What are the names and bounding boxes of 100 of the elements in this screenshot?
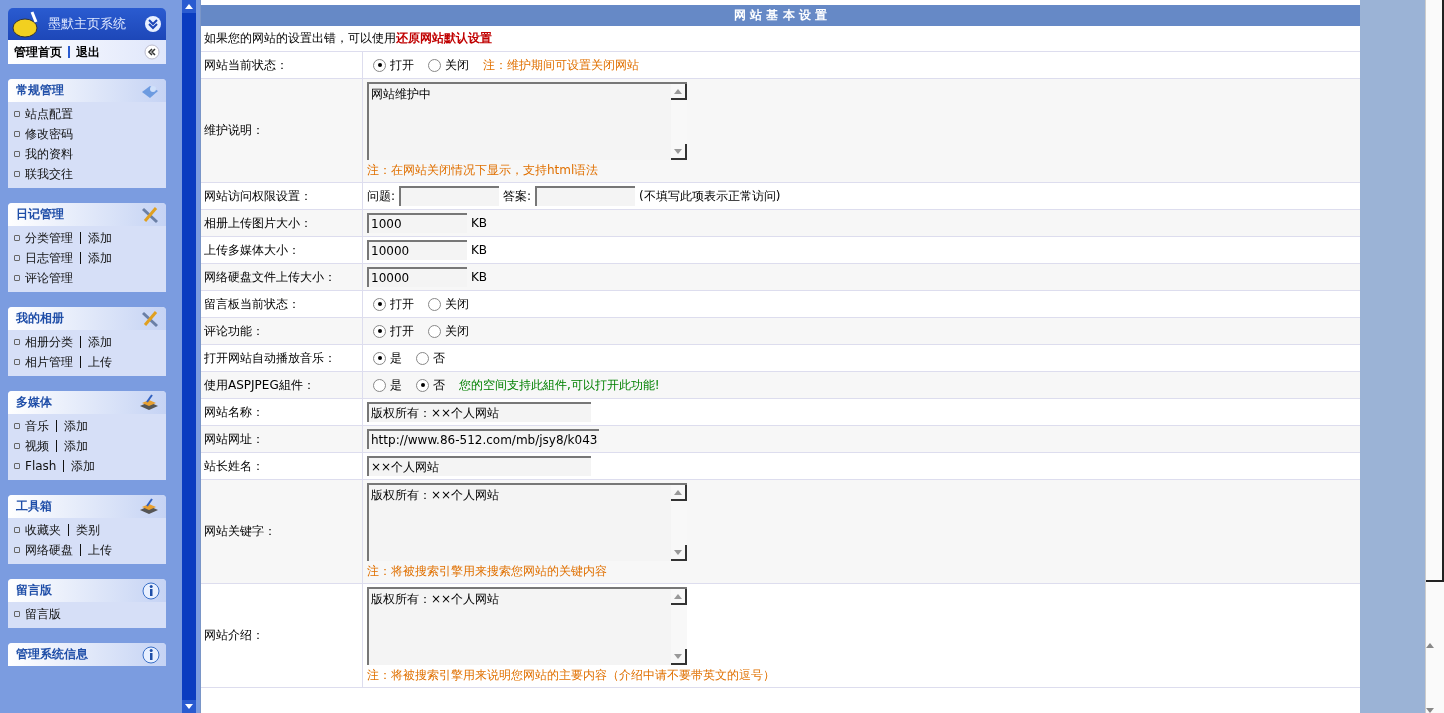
menu-link[interactable]: 视频 — [25, 437, 49, 455]
tools-icon — [140, 309, 160, 328]
menu-link[interactable]: 修改密码 — [25, 125, 73, 143]
bullet-icon — [14, 275, 20, 281]
input-field[interactable]: http://www.86-512.com/mb/jsy8/k043 — [367, 429, 600, 449]
menu-link[interactable]: 添加 — [88, 249, 112, 267]
menu-link[interactable]: 添加 — [88, 229, 112, 247]
text-area[interactable]: 网站维护中 — [367, 82, 687, 160]
setting-label: 网站关键字： — [201, 480, 363, 583]
menu-link[interactable]: 上传 — [88, 353, 112, 371]
menu-link[interactable]: 类别 — [76, 521, 100, 539]
scroll-up-icon — [674, 593, 682, 599]
menu-link[interactable]: 添加 — [64, 417, 88, 435]
radio-button[interactable] — [428, 324, 441, 338]
menu-link[interactable]: 我的资料 — [25, 145, 73, 163]
radio-button[interactable] — [373, 58, 386, 72]
menu-link[interactable]: 添加 — [71, 457, 96, 475]
input-field[interactable] — [399, 186, 500, 206]
hint-text: (不填写此项表示正常访问) — [639, 187, 781, 205]
setting-label: 网站当前状态： — [201, 52, 363, 78]
setting-label: 网站介绍： — [201, 584, 363, 687]
scroll-down-icon — [674, 148, 682, 154]
panel-title: 多媒体 — [16, 394, 52, 411]
option-label: 打开 — [390, 295, 414, 313]
setting-label: 使用ASPJPEG組件： — [201, 372, 363, 398]
bullet-icon — [14, 235, 20, 241]
text-area[interactable]: 版权所有：××个人网站 — [367, 483, 687, 561]
note-text: 注：将被搜索引擎用来说明您网站的主要内容（介绍中请不要带英文的逗号） — [367, 667, 775, 684]
note-text: 您的空间支持此組件,可以打开此功能! — [459, 376, 660, 394]
menu-link[interactable]: 日志管理 — [25, 249, 73, 267]
panel-title: 工具箱 — [16, 498, 52, 515]
setting-label: 维护说明： — [201, 79, 363, 182]
bullet-icon — [14, 255, 20, 261]
setting-label: 上传多媒体大小： — [201, 237, 363, 263]
option-label: 是 — [390, 376, 402, 394]
menu-link[interactable]: 添加 — [64, 437, 88, 455]
system-title: 墨默主页系统 — [48, 15, 127, 33]
radio-button[interactable] — [428, 297, 441, 311]
bullet-icon — [14, 547, 20, 553]
panel-title: 常规管理 — [16, 82, 64, 99]
menu-link[interactable]: 留言版 — [25, 605, 61, 623]
menu-link[interactable]: 收藏夹 — [25, 521, 61, 539]
radio-button[interactable] — [416, 378, 429, 392]
menu-link[interactable]: 添加 — [88, 333, 112, 351]
printer-icon — [138, 393, 160, 412]
scrollbar[interactable] — [1425, 0, 1444, 713]
input-field[interactable]: 版权所有：××个人网站 — [367, 402, 591, 422]
scroll-up-icon — [185, 4, 193, 9]
radio-button[interactable] — [373, 297, 386, 311]
option-label: 打开 — [390, 322, 414, 340]
note-text: 注：维护期间可设置关闭网站 — [483, 56, 639, 74]
note-text: 注：在网站关闭情况下显示，支持html语法 — [367, 162, 600, 179]
option-label: 否 — [433, 376, 445, 394]
option-label: 是 — [390, 349, 402, 367]
scrollbar[interactable] — [182, 0, 196, 713]
input-field[interactable]: ××个人网站 — [367, 456, 591, 476]
setting-label: 评论功能： — [201, 318, 363, 344]
expand-icon[interactable] — [144, 15, 162, 33]
restore-link[interactable]: 还原网站默认设置 — [396, 31, 492, 45]
radio-button[interactable] — [428, 58, 441, 72]
radio-button[interactable] — [373, 324, 386, 338]
menu-link[interactable]: 相册分类 — [25, 333, 73, 351]
menu-link[interactable]: 联我交往 — [25, 165, 73, 183]
setting-label: 留言板当前状态： — [201, 291, 363, 317]
option-label: 否 — [433, 349, 445, 367]
panel-title: 我的相册 — [16, 310, 64, 327]
nav-link[interactable]: 管理首页 — [14, 43, 62, 61]
bullet-icon — [14, 131, 20, 137]
menu-link[interactable]: 音乐 — [25, 417, 49, 435]
scroll-down-icon — [1426, 708, 1434, 713]
menu-link[interactable]: 相片管理 — [25, 353, 73, 371]
setting-label: 相册上传图片大小： — [201, 210, 363, 236]
collapse-icon[interactable] — [144, 44, 160, 60]
text-area[interactable]: 版权所有：××个人网站 — [367, 587, 687, 665]
note-text: 注：将被搜索引擎用来搜索您网站的关键内容 — [367, 563, 608, 580]
setting-label: 站长姓名： — [201, 453, 363, 479]
setting-label: 网站网址： — [201, 426, 363, 452]
scroll-up-icon — [674, 88, 682, 94]
radio-button[interactable] — [373, 378, 386, 392]
nav-link[interactable]: 退出 — [76, 43, 100, 61]
bullet-icon — [14, 151, 20, 157]
unit-text: KB — [471, 216, 488, 230]
menu-link[interactable]: Flash — [25, 459, 57, 473]
menu-link[interactable]: 上传 — [88, 541, 112, 559]
bullet-icon — [14, 527, 20, 533]
input-field[interactable] — [535, 186, 636, 206]
input-field[interactable]: 1000 — [367, 213, 467, 233]
radio-button[interactable] — [416, 351, 429, 365]
bullet-icon — [14, 611, 20, 617]
input-field[interactable]: 10000 — [367, 240, 467, 260]
info-icon — [142, 581, 160, 600]
tools-icon — [140, 205, 160, 224]
menu-link[interactable]: 站点配置 — [25, 105, 73, 123]
menu-link[interactable]: 评论管理 — [25, 269, 73, 287]
radio-button[interactable] — [373, 351, 386, 365]
menu-link[interactable]: 网络硬盘 — [25, 541, 73, 559]
bullet-icon — [14, 463, 20, 469]
input-field[interactable]: 10000 — [367, 267, 467, 287]
menu-link[interactable]: 分类管理 — [25, 229, 73, 247]
scroll-up-icon — [674, 489, 682, 495]
